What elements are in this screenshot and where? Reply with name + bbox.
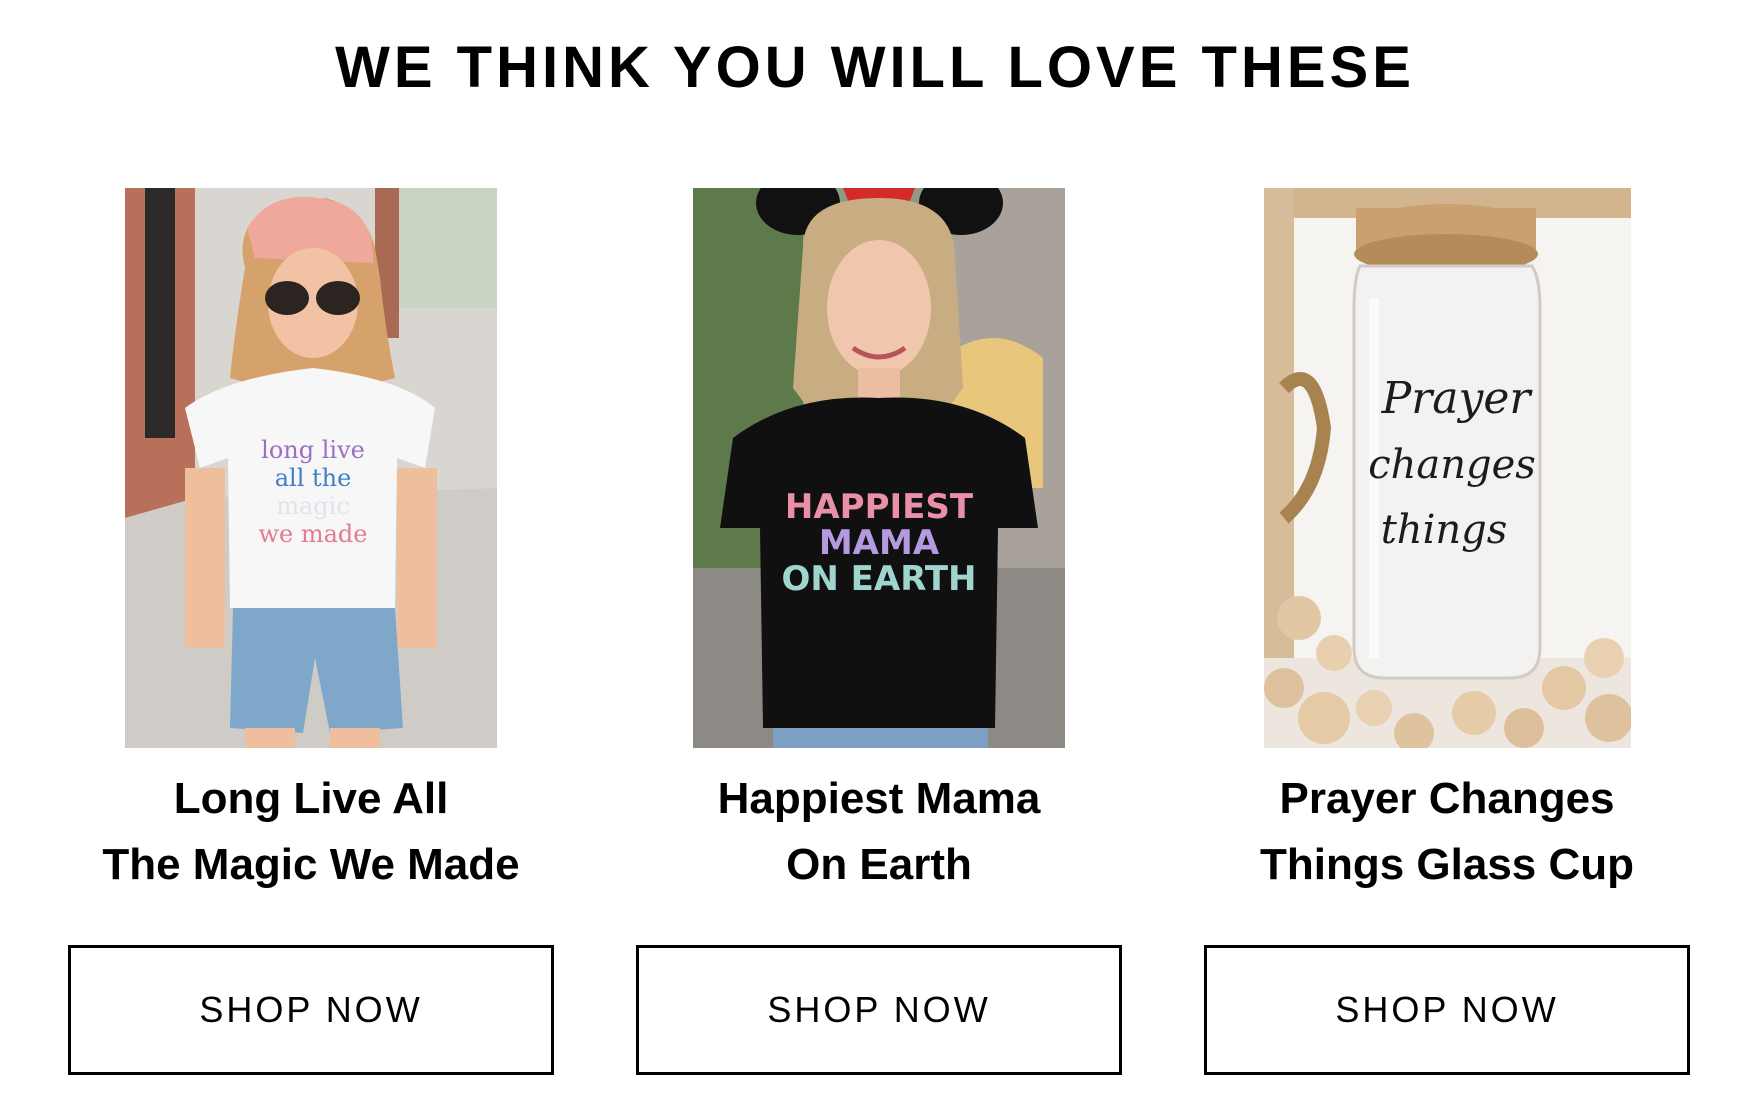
product-name[interactable]: Prayer Changes Things Glass Cup	[1184, 766, 1710, 898]
shirt-print-line: we made	[258, 520, 367, 548]
product-name[interactable]: Happiest Mama On Earth	[616, 766, 1142, 898]
shop-now-button[interactable]: SHOP NOW	[68, 945, 554, 1075]
woman-tshirt-photo: HAPPIEST MAMA ON EARTH	[693, 188, 1065, 748]
girl-tshirt-photo: long live all the magic we made	[125, 188, 497, 748]
glass-cup-photo: Prayer changes things	[1264, 188, 1631, 748]
shirt-print-line: HAPPIEST	[785, 487, 974, 527]
shirt-print-line: MAMA	[819, 523, 940, 563]
product-name-line: The Magic We Made	[102, 840, 520, 889]
shop-now-button[interactable]: SHOP NOW	[636, 945, 1122, 1075]
cup-print-line: Prayer	[1381, 373, 1534, 424]
product-name[interactable]: Long Live All The Magic We Made	[48, 766, 574, 898]
product-name-line: Happiest Mama	[717, 774, 1041, 823]
product-name-line: On Earth	[786, 840, 972, 889]
product-image[interactable]: long live all the magic we made	[125, 188, 497, 748]
product-name-line: Long Live All	[173, 774, 449, 823]
shirt-print-line: long live	[261, 436, 365, 464]
section-title: WE THINK YOU WILL LOVE THESE	[335, 35, 1415, 100]
product-name-line: Things Glass Cup	[1259, 840, 1635, 889]
shirt-print-line: ON EARTH	[781, 559, 976, 599]
shirt-print-line: all the	[275, 464, 352, 492]
shirt-print-line: magic	[276, 492, 350, 520]
product-image[interactable]: Prayer changes things	[1264, 188, 1631, 748]
product-image[interactable]: HAPPIEST MAMA ON EARTH	[693, 188, 1065, 748]
cup-print-line: changes	[1368, 442, 1536, 488]
cup-print-line: things	[1381, 507, 1508, 553]
shop-now-button[interactable]: SHOP NOW	[1204, 945, 1690, 1075]
product-name-line: Prayer Changes	[1279, 774, 1615, 823]
